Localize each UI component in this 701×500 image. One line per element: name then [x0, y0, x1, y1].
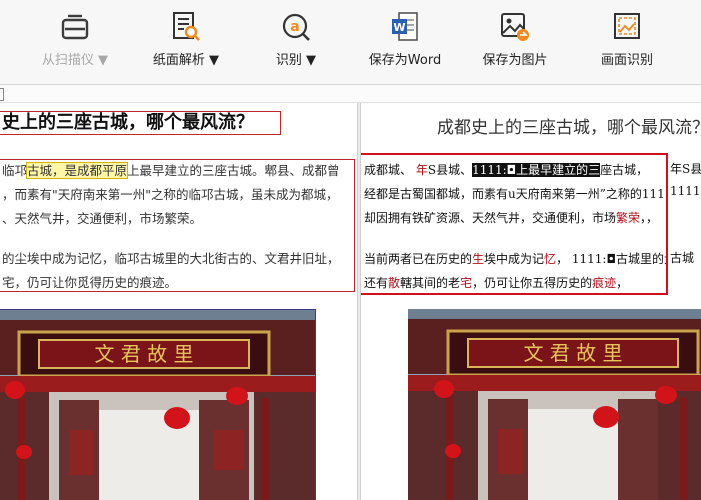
result-line-1-part-1: 成都城、 [364, 163, 416, 177]
original-photo-region[interactable]: 文 君 故 里 [0, 309, 316, 500]
result-line-1: 成都城、 年S县城、1111:◘上最早建立的三座古城， [364, 162, 648, 178]
gate-sign-text-copy: 文 君 故 里 [523, 341, 622, 365]
result-line-5: 还有散轄其间的老宅，仍可让你五得历史的痕迹， [364, 275, 628, 291]
original-line-1-start: 临邛 [2, 163, 28, 178]
screen-recognize-icon [614, 13, 640, 39]
svg-text:W: W [393, 21, 405, 34]
result-line-3-part-2: 繁荣 [616, 211, 641, 225]
original-document-pane[interactable]: 史上的三座古城，哪个最风流？ 临邛古城，是成都平原上最早建立的三座古城。郫县、成… [0, 103, 357, 500]
paper-analysis-label: 纸面解析 ▼ [152, 53, 220, 68]
result-line-4-part-5: ， 1111:◘古城里的大北 [556, 252, 666, 266]
page-marker [0, 88, 4, 101]
document-search-icon [173, 12, 200, 41]
gate-photo-copy: 文 君 故 里 [408, 309, 701, 500]
highlighted-text: 古城，是成都平原 [26, 162, 129, 179]
result-text-region[interactable]: 成都城、 年S县城、1111:◘上最早建立的三座古城， 经都是古蜀国都城，而素有… [361, 153, 668, 295]
original-line-3: 、天然气井，交通便利，市场繁荣。 [2, 211, 203, 226]
screen-recognize-label: 画面识别 [600, 53, 653, 68]
recognize-button[interactable]: a 识别 ▼ [248, 0, 344, 84]
result-line-4: 当前两者已在历史的生埃中成为记忆， 1111:◘古城里的大北 [364, 251, 666, 267]
result-line-5-part-7: ， [616, 276, 629, 290]
original-line-1-end: 上最早建立的三座古城。郫县、成都曾 [127, 163, 340, 178]
from-scanner-label: 从扫描仪 ▼ [41, 53, 109, 68]
original-line-2: ，而素有"天府南来第一州"之称的临邛古城，虽未成为都城， [2, 187, 339, 202]
result-photo-region[interactable]: 文 君 故 里 [408, 309, 701, 500]
screen-recognize-button[interactable]: 画面识别 [579, 0, 675, 84]
result-line-1-part-4: 座古城， [600, 163, 649, 177]
overflow-text-2: 1111:◘ [670, 184, 701, 198]
result-line-1-part-3: S县城、 [427, 163, 473, 177]
paper-analysis-button[interactable]: 纸面解析 ▼ [138, 0, 234, 84]
gate-sign-text: 文 君 故 里 [94, 342, 193, 366]
result-line-5-part-6: 痕迹 [592, 276, 617, 290]
toolbar: 从扫描仪 ▼ 纸面解析 ▼ a 识别 ▼ W 保存为Word 保存为图片 画面识… [0, 0, 701, 85]
ruler-strip [0, 85, 701, 103]
result-line-4-part-1: 当前两者已在历史的 [364, 252, 473, 266]
scanner-icon [61, 14, 89, 40]
result-line-1-part-2: 年 [415, 163, 428, 177]
recognize-icon: a [282, 13, 310, 41]
result-line-5-part-4: 宅 [460, 276, 473, 290]
result-line-5-part-2: 散 [388, 276, 401, 290]
overflow-text-1: 年S县 [670, 162, 701, 176]
result-line-5-part-5: ，仍可让你五得历史的 [472, 276, 593, 290]
result-title[interactable]: 成都史上的三座古城，哪个最风流？ [437, 113, 701, 138]
original-line-1: 临邛古城，是成都平原上最早建立的三座古城。郫县、成都曾 [2, 162, 340, 179]
save-as-word-button[interactable]: W 保存为Word [357, 0, 453, 84]
original-line-5: 宅，仍可让你觅得历史的痕迹。 [2, 275, 178, 290]
result-line-3-part-3: ，， [640, 211, 659, 225]
from-scanner-button[interactable]: 从扫描仪 ▼ [27, 0, 123, 84]
original-text-region[interactable]: 临邛古城，是成都平原上最早建立的三座古城。郫县、成都曾 ，而素有"天府南来第一州… [0, 159, 355, 292]
save-image-icon [501, 13, 529, 41]
result-line-3-part-1: 却因拥有铁矿资源、天然气井，交通便利，市场 [364, 211, 617, 225]
recognize-label: 识别 ▼ [275, 53, 317, 68]
word-icon: W [392, 12, 418, 41]
gate-photo: 文 君 故 里 [0, 310, 315, 500]
result-line-3: 却因拥有铁矿资源、天然气井，交通便利，市场繁荣，， [364, 210, 658, 226]
result-line-4-part-2: 生 [472, 252, 485, 266]
overflow-text-3: 古城 [670, 251, 695, 265]
recognition-result-pane[interactable]: 成都史上的三座古城，哪个最风流？ 成都城、 年S县城、1111:◘上最早建立的三… [361, 103, 701, 500]
original-line-4: 的尘埃中成为记忆，临邛古城里的大北街古的、文君井旧址， [2, 251, 340, 266]
garbled-text-block: 1111:◘上最早建立的三 [472, 163, 601, 177]
save-as-image-button[interactable]: 保存为图片 [467, 0, 563, 84]
save-as-image-label: 保存为图片 [482, 53, 548, 68]
result-line-5-part-1: 还有 [364, 276, 389, 290]
save-as-word-label: 保存为Word [368, 53, 442, 68]
result-line-4-part-4: 忆 [544, 252, 557, 266]
svg-text:a: a [290, 19, 299, 35]
result-line-5-part-3: 轄其间的老 [400, 276, 461, 290]
result-line-2: 经都是古蜀国都城，而素有u天府南来第一州”之称的1111:◘ [364, 187, 668, 201]
result-line-4-part-3: 埃中成为记 [484, 252, 545, 266]
original-title-region[interactable]: 史上的三座古城，哪个最风流？ [0, 111, 281, 135]
